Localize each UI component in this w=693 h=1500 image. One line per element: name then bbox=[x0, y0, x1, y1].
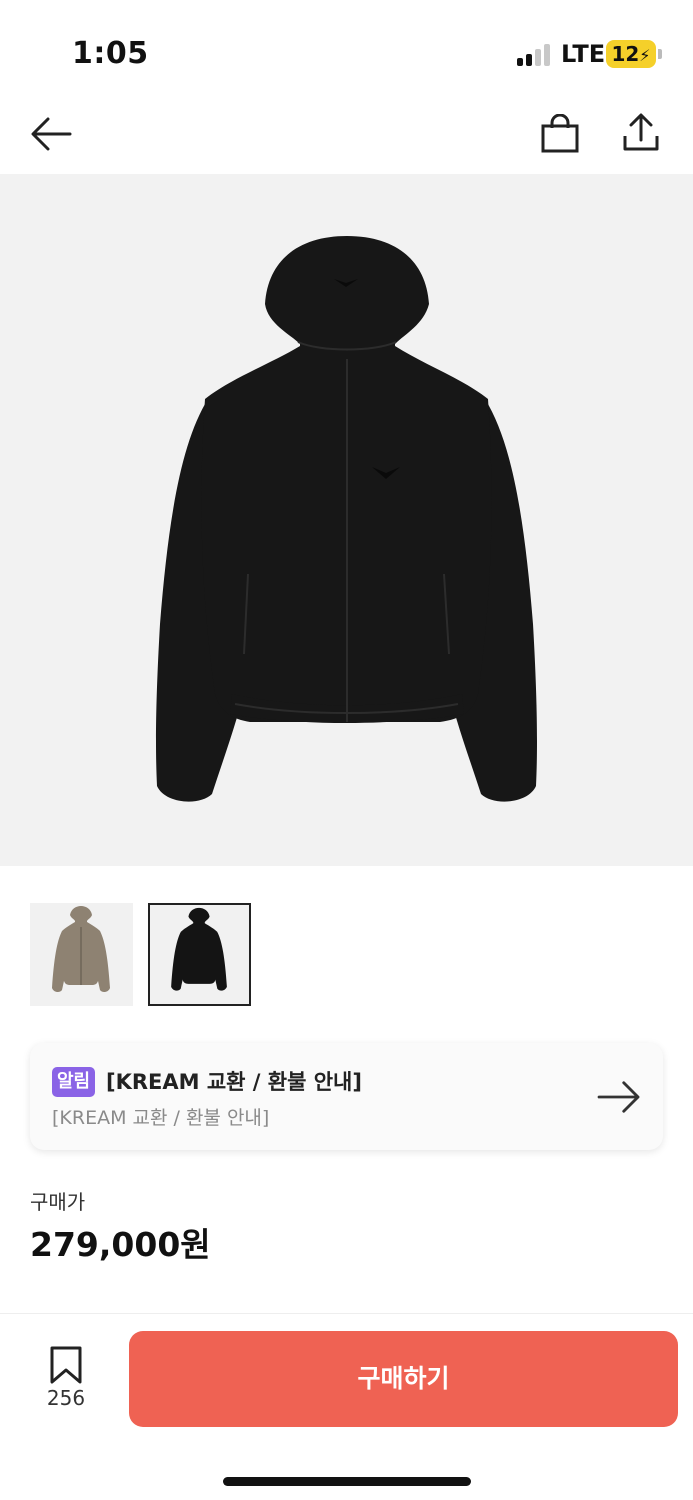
bookmark-count: 256 bbox=[46, 1386, 86, 1410]
jacket-thumbnail-icon bbox=[171, 907, 227, 991]
notice-badge: 알림 bbox=[52, 1067, 96, 1097]
share-icon[interactable] bbox=[621, 112, 661, 154]
thumbnail-black[interactable] bbox=[148, 903, 251, 1006]
price-label: 구매가 bbox=[30, 1190, 86, 1214]
arrow-left-icon[interactable] bbox=[28, 114, 74, 154]
nav-bar bbox=[0, 100, 693, 174]
bookmark-button[interactable]: 256 bbox=[30, 1342, 102, 1412]
jacket-thumbnail-icon bbox=[52, 906, 110, 993]
battery-icon: 12⚡ bbox=[606, 40, 656, 68]
battery-level: 12⚡ bbox=[611, 42, 651, 66]
arrow-right-icon[interactable] bbox=[595, 1078, 643, 1116]
notice-title: [KREAM 교환 / 환불 안내] bbox=[106, 1070, 362, 1094]
network-label: LTE bbox=[561, 40, 606, 68]
status-time: 1:05 bbox=[72, 36, 149, 71]
notice-card[interactable]: 알림 [KREAM 교환 / 환불 안내] [KREAM 교환 / 환불 안내] bbox=[30, 1043, 663, 1150]
jacket-image bbox=[156, 236, 537, 802]
battery-cap bbox=[658, 49, 662, 59]
bookmark-icon bbox=[50, 1346, 82, 1384]
product-image[interactable] bbox=[0, 174, 693, 866]
home-indicator[interactable] bbox=[223, 1477, 471, 1486]
signal-icon bbox=[517, 44, 553, 66]
status-bar: 1:05 LTE 12⚡ bbox=[0, 0, 693, 100]
buy-button[interactable]: 구매하기 bbox=[129, 1331, 678, 1427]
thumbnail-beige[interactable] bbox=[30, 903, 133, 1006]
shopping-bag-icon[interactable] bbox=[539, 114, 581, 154]
price-value: 279,000원 bbox=[30, 1225, 211, 1264]
notice-subtitle: [KREAM 교환 / 환불 안내] bbox=[52, 1107, 270, 1129]
bottom-bar: 256 구매하기 bbox=[0, 1313, 693, 1500]
